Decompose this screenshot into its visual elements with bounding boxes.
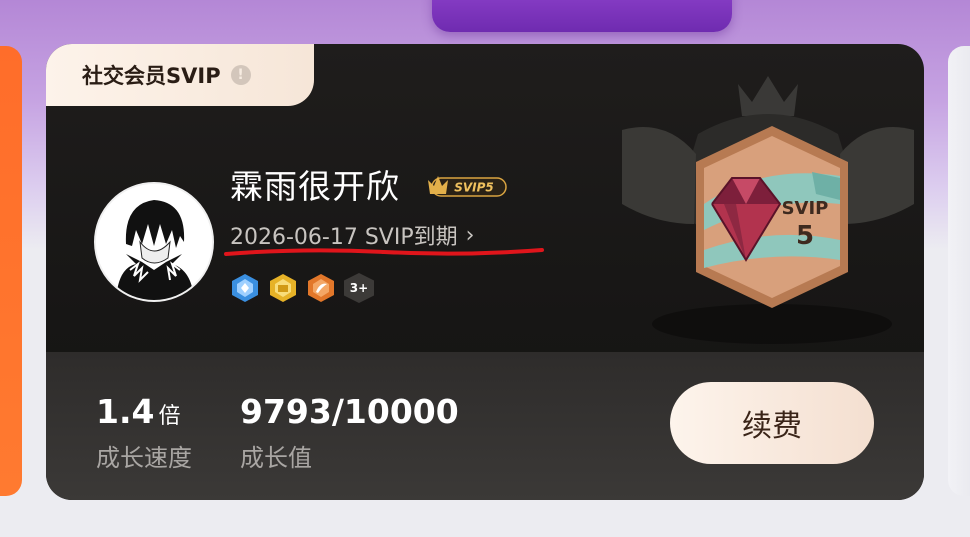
next-card-peek[interactable] bbox=[948, 46, 970, 496]
gold-medal-icon[interactable] bbox=[268, 273, 298, 303]
emblem-svip-label: SVIP bbox=[782, 198, 829, 219]
username: 霖雨很开欣 bbox=[230, 167, 400, 206]
emblem-level-number: 5 bbox=[796, 221, 814, 251]
more-medals-badge[interactable]: 3+ bbox=[344, 273, 374, 303]
renew-button[interactable]: 续费 bbox=[670, 382, 874, 464]
growth-speed-number: 1.4 bbox=[96, 392, 155, 431]
red-underline-annotation bbox=[224, 248, 544, 256]
growth-speed-unit: 倍 bbox=[158, 404, 181, 429]
growth-value-number: 9793/10000 bbox=[240, 392, 459, 431]
previous-card-peek[interactable] bbox=[0, 46, 22, 496]
svip-gem-emblem-icon: SVIP 5 bbox=[622, 76, 914, 344]
medal-list: 3+ bbox=[230, 273, 374, 303]
growth-speed-label: 成长速度 bbox=[96, 444, 192, 472]
svip-level-badge-text: SVIP5 bbox=[454, 181, 494, 195]
avatar[interactable] bbox=[94, 182, 214, 302]
info-icon[interactable]: ! bbox=[230, 65, 251, 85]
growth-value-label: 成长值 bbox=[240, 444, 312, 472]
orange-medal-icon[interactable] bbox=[306, 273, 336, 303]
membership-tag-label: 社交会员SVIP bbox=[82, 64, 221, 88]
svip-crown-badge-icon: SVIP5 bbox=[426, 172, 508, 200]
membership-tag: 社交会员SVIP ! bbox=[46, 44, 314, 106]
diamond-medal-icon[interactable] bbox=[230, 273, 260, 303]
svip-membership-card: 社交会员SVIP ! 霖雨很开欣 SVIP5 2026-06-17 SVIP到期… bbox=[46, 44, 924, 500]
top-banner-decoration bbox=[432, 0, 732, 32]
growth-speed-value: 1.4 倍 bbox=[96, 392, 180, 431]
